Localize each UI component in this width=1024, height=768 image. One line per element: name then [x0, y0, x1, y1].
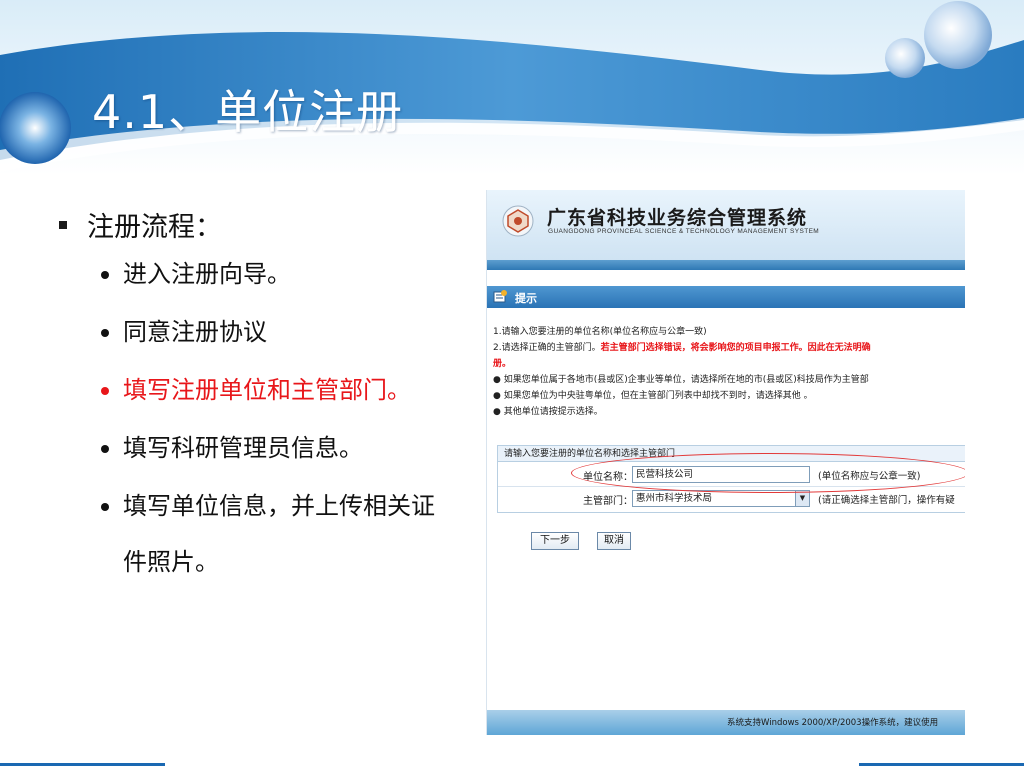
- department-value: 惠州市科学技术局: [636, 493, 713, 504]
- department-hint: (请正确选择主管部门，操作有疑: [818, 495, 955, 506]
- header-band: 4.1、单位注册: [0, 0, 1024, 175]
- system-footer: 系统支持Windows 2000/XP/2003操作系统，建议使用: [487, 710, 965, 735]
- bullet-main-text: 注册流程：: [87, 212, 222, 243]
- chevron-down-icon[interactable]: ▼: [795, 491, 809, 506]
- embedded-screenshot: 广东省科技业务综合管理系统 GUANGDONG PROVINCEAL SCIEN…: [486, 190, 965, 735]
- step-text: 填写注册单位和主管部门。: [123, 376, 411, 404]
- step-text: 进入注册向导。: [123, 260, 291, 288]
- bottom-decor-line-right: [859, 763, 1024, 766]
- notice-bullet: ● 如果您单位为中央驻粤单位，但在主管部门列表中却找不到时，请选择其他 。: [493, 391, 813, 401]
- step-item: 进入注册向导。: [101, 256, 475, 292]
- step-item: 填写单位信息，并上传相关证件照片。: [101, 488, 475, 590]
- step-text: 同意注册协议: [123, 318, 267, 346]
- dot-bullet-icon: [101, 445, 109, 453]
- step-item-highlighted: 填写注册单位和主管部门。: [101, 372, 475, 408]
- tip-bar: 提示: [487, 286, 965, 308]
- notice-line-prefix: 2.请选择正确的主管部门。: [493, 343, 601, 353]
- notice-line-cont: 册。: [493, 359, 512, 369]
- system-header: 广东省科技业务综合管理系统 GUANGDONG PROVINCEAL SCIEN…: [487, 190, 965, 260]
- header-strip: [487, 260, 965, 270]
- notice-line: 2.请选择正确的主管部门。若主管部门选择错误，将会影响您的项目申报工作。因此在无…: [493, 340, 965, 356]
- step-item: 填写科研管理员信息。: [101, 430, 475, 466]
- notice-text: 1.请输入您要注册的单位名称(单位名称应与公章一致) 2.请选择正确的主管部门。…: [493, 324, 965, 420]
- red-highlight-ellipse: [571, 453, 965, 493]
- dot-bullet-icon: [101, 329, 109, 337]
- tip-icon: [493, 290, 507, 303]
- notice-bullet: ● 其他单位请按提示选择。: [493, 407, 603, 417]
- dot-bullet-icon: [101, 271, 109, 279]
- notice-line: 1.请输入您要注册的单位名称(单位名称应与公章一致): [493, 327, 707, 337]
- system-logo-icon: [502, 205, 534, 237]
- cancel-button[interactable]: 取消: [597, 532, 631, 550]
- system-title: 广东省科技业务综合管理系统: [547, 207, 808, 229]
- notice-bullet: ● 如果您单位属于各地市(县或区)企事业等单位，请选择所在地的市(县或区)科技局…: [493, 375, 869, 385]
- bottom-decor-line-left: [0, 763, 165, 766]
- department-label: 主管部门：: [583, 496, 633, 507]
- step-item: 同意注册协议: [101, 314, 475, 350]
- step-text: 填写单位信息，并上传相关证件照片。: [123, 492, 435, 576]
- step-text: 填写科研管理员信息。: [123, 434, 363, 462]
- dot-bullet-icon: [101, 387, 109, 395]
- footer-text: 系统支持Windows 2000/XP/2003操作系统，建议使用: [727, 718, 939, 728]
- bullet-main: 注册流程：: [55, 205, 475, 244]
- dot-bullet-icon: [101, 503, 109, 511]
- slide-title: 4.1、单位注册: [92, 85, 404, 139]
- system-subtitle: GUANGDONG PROVINCEAL SCIENCE & TECHNOLOG…: [548, 228, 820, 235]
- square-bullet-icon: [59, 220, 67, 229]
- notice-warning: 若主管部门选择错误，将会影响您的项目申报工作。因此在无法明确: [600, 343, 871, 353]
- tip-label: 提示: [515, 292, 537, 305]
- bullet-list: 注册流程： 进入注册向导。 同意注册协议 填写注册单位和主管部门。 填写科研管理…: [55, 205, 475, 612]
- next-step-button[interactable]: 下一步: [531, 532, 579, 550]
